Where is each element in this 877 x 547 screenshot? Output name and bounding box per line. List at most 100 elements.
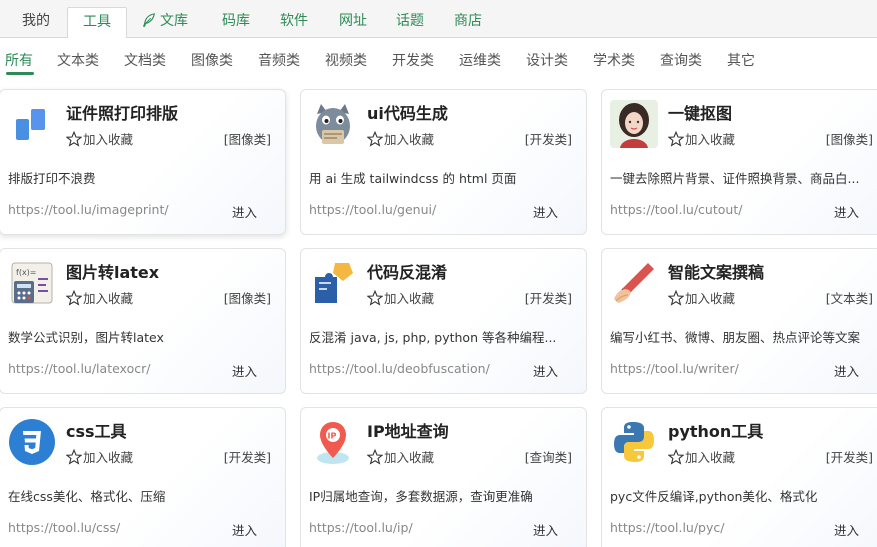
tab-tools[interactable]: 工具 [67,7,127,39]
category-tag: [文本类] [825,291,873,306]
enter-button[interactable]: 进入 [533,361,558,380]
category-tag: [图像类] [223,291,271,306]
tool-description: pyc文件反编译,python美化、格式化 [610,489,818,504]
tool-url: https://tool.lu/pyc/ [610,520,725,535]
enter-button[interactable]: 进入 [232,202,257,221]
add-favorite-button[interactable]: 加入收藏 [667,129,735,148]
category-document[interactable]: 文档类 [124,51,166,71]
star-icon [667,130,685,147]
tab-codebase[interactable]: 码库 [210,7,262,38]
category-other[interactable]: 其它 [727,51,755,71]
tab-software[interactable]: 软件 [268,7,320,38]
add-favorite-button[interactable]: 加入收藏 [65,288,133,307]
tool-description: 一键去除照片背景、证件照换背景、商品白... [610,171,860,186]
add-favorite-button[interactable]: 加入收藏 [65,447,133,466]
star-icon [65,448,83,465]
category-tag: [开发类] [825,450,873,465]
tool-card-writer[interactable]: 智能文案撰稿 加入收藏 [文本类] 编写小红书、微博、朋友圈、热点评论等文案 h… [601,248,877,394]
tab-urls[interactable]: 网址 [327,7,379,38]
tool-url: https://tool.lu/genui/ [309,202,437,217]
svg-text:IP: IP [328,432,337,441]
add-favorite-button[interactable]: 加入收藏 [65,129,133,148]
category-ops[interactable]: 运维类 [459,51,501,71]
add-favorite-button[interactable]: 加入收藏 [366,447,434,466]
puzzle-icon [315,263,353,303]
css3-icon [9,419,55,465]
category-tag: [图像类] [825,132,873,147]
category-tag: [开发类] [223,450,271,465]
category-design[interactable]: 设计类 [526,51,568,71]
category-query[interactable]: 查询类 [660,51,702,71]
tool-card-genui[interactable]: ui代码生成 加入收藏 [开发类] 用 ai 生成 tailwindcss 的 … [300,89,587,235]
tool-url: https://tool.lu/ip/ [309,520,413,535]
tab-library[interactable]: 文库 [130,7,200,38]
star-icon [366,448,384,465]
tool-url: https://tool.lu/deobfuscation/ [309,361,490,376]
category-dev[interactable]: 开发类 [392,51,434,71]
category-tag: [开发类] [524,291,572,306]
category-tag: [开发类] [524,132,572,147]
tool-title[interactable]: css工具 [66,418,127,442]
tool-title[interactable]: 证件照打印排版 [66,100,178,124]
tool-title[interactable]: ui代码生成 [367,100,448,124]
quill-icon [142,13,155,27]
tool-card-latexocr[interactable]: f(x)= 图片转latex 加入收藏 [图像类] 数学公式识别，图片转late… [0,248,286,394]
tool-description: 编写小红书、微博、朋友圈、热点评论等文案 [610,330,861,345]
category-text[interactable]: 文本类 [57,51,99,71]
tool-card-ip[interactable]: IP IP地址查询 加入收藏 [查询类] IP归属地查询，多套数据源，查询更准确… [300,407,587,547]
tab-topics[interactable]: 话题 [384,7,436,38]
enter-button[interactable]: 进入 [834,520,859,539]
svg-text:f(x)=: f(x)= [16,268,37,277]
category-tag: [查询类] [524,450,572,465]
category-filter: 所有 文本类 文档类 图像类 音频类 视频类 开发类 运维类 设计类 学术类 查… [0,38,877,88]
star-icon [65,130,83,147]
tool-url: https://tool.lu/writer/ [610,361,739,376]
add-favorite-button[interactable]: 加入收藏 [667,288,735,307]
python-logo-icon [614,422,654,462]
star-icon [667,289,685,306]
add-favorite-button[interactable]: 加入收藏 [366,288,434,307]
tab-mine[interactable]: 我的 [10,7,62,38]
category-audio[interactable]: 音频类 [258,51,300,71]
tool-card-css[interactable]: css工具 加入收藏 [开发类] 在线css美化、格式化、压缩 https://… [0,407,286,547]
tool-title[interactable]: 图片转latex [66,259,159,283]
active-category-indicator [6,72,34,75]
enter-button[interactable]: 进入 [232,361,257,380]
enter-button[interactable]: 进入 [533,520,558,539]
tool-title[interactable]: 一键抠图 [668,100,732,124]
writing-hand-icon [614,263,654,303]
star-icon [667,448,685,465]
tool-card-imageprint[interactable]: 证件照打印排版 加入收藏 [图像类] 排版打印不浪费 https://tool.… [0,89,286,235]
tab-store[interactable]: 商店 [442,7,494,38]
star-icon [366,289,384,306]
tool-title[interactable]: 智能文案撰稿 [668,259,764,283]
enter-button[interactable]: 进入 [232,520,257,539]
tool-card-deobfuscation[interactable]: 代码反混淆 加入收藏 [开发类] 反混淆 java, js, php, pyth… [300,248,587,394]
location-pin-icon: IP [317,422,349,464]
math-formula-icon: f(x)= [11,262,53,304]
tool-card-python[interactable]: python工具 加入收藏 [开发类] pyc文件反编译,python美化、格式… [601,407,877,547]
tool-description: 数学公式识别，图片转latex [8,330,164,345]
category-video[interactable]: 视频类 [325,51,367,71]
star-icon [65,289,83,306]
tool-description: 反混淆 java, js, php, python 等各种编程... [309,330,557,345]
enter-button[interactable]: 进入 [834,361,859,380]
layout-blocks-icon [16,109,45,140]
category-image[interactable]: 图像类 [191,51,233,71]
enter-button[interactable]: 进入 [533,202,558,221]
tool-title[interactable]: 代码反混淆 [367,259,447,283]
tool-url: https://tool.lu/cutout/ [610,202,743,217]
category-academic[interactable]: 学术类 [593,51,635,71]
tool-description: 在线css美化、格式化、压缩 [8,489,166,504]
tool-title[interactable]: IP地址查询 [367,418,449,442]
tool-description: 用 ai 生成 tailwindcss 的 html 页面 [309,171,517,186]
tool-url: https://tool.lu/css/ [8,520,121,535]
add-favorite-button[interactable]: 加入收藏 [366,129,434,148]
category-all[interactable]: 所有 [5,51,33,71]
add-favorite-button[interactable]: 加入收藏 [667,447,735,466]
star-icon [366,130,384,147]
tool-description: 排版打印不浪费 [8,171,96,186]
tool-title[interactable]: python工具 [668,418,763,442]
tool-card-cutout[interactable]: 一键抠图 加入收藏 [图像类] 一键去除照片背景、证件照换背景、商品白... h… [601,89,877,235]
enter-button[interactable]: 进入 [834,202,859,221]
